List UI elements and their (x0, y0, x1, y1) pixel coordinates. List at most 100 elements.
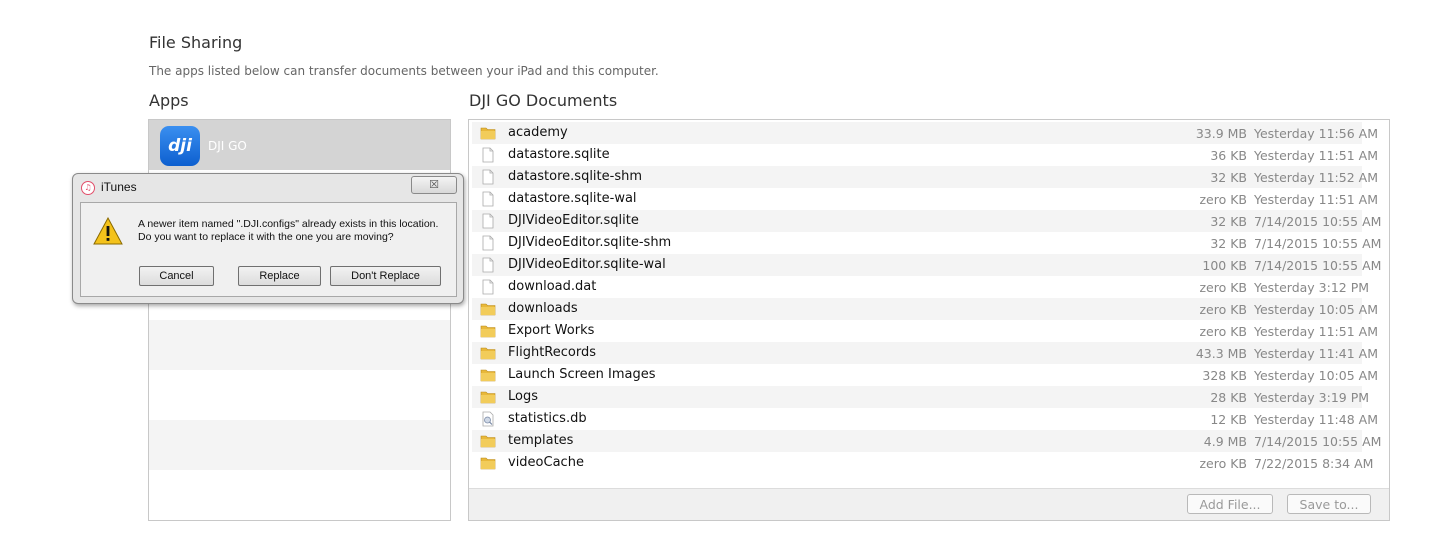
file-date: Yesterday 10:05 AM (1254, 368, 1378, 383)
save-to-button[interactable]: Save to... (1287, 494, 1371, 514)
file-name: templates (508, 433, 574, 448)
folder-icon (480, 323, 496, 339)
file-row[interactable]: downloads zero KB Yesterday 10:05 AM (472, 298, 1378, 320)
add-file-button[interactable]: Add File... (1187, 494, 1273, 514)
file-row[interactable]: DJIVideoEditor.sqlite-wal 100 KB 7/14/2015… (472, 254, 1381, 276)
file-size: 328 KB (1202, 368, 1247, 383)
file-row[interactable]: FlightRecords 43.3 MB Yesterday 11:41 AM (472, 342, 1378, 364)
file-date: Yesterday 11:48 AM (1254, 412, 1378, 427)
file-date: Yesterday 11:52 AM (1254, 170, 1378, 185)
documents-heading: DJI GO Documents (469, 91, 618, 110)
file-row[interactable]: download.dat zero KB Yesterday 3:12 PM (472, 276, 1369, 298)
folder-icon (480, 389, 496, 405)
file-name: Export Works (508, 323, 595, 338)
file-size: zero KB (1199, 324, 1247, 339)
itunes-icon: ♫ (81, 181, 95, 195)
app-item-dji-go[interactable]: dji DJI GO (149, 120, 450, 170)
file-icon (480, 213, 496, 229)
page-subtitle: The apps listed below can transfer docum… (149, 64, 659, 78)
file-icon (480, 235, 496, 251)
documents-toolbar: Add File... Save to... (469, 488, 1389, 520)
file-name: academy (508, 125, 568, 140)
file-date: 7/14/2015 10:55 AM (1254, 434, 1382, 449)
file-size: 100 KB (1202, 258, 1247, 273)
apps-heading: Apps (149, 91, 189, 110)
dialog-body: A newer item named ".DJI.configs" alread… (80, 202, 457, 297)
file-size: 4.9 MB (1203, 434, 1247, 449)
app-list-empty-row (149, 420, 450, 470)
file-row[interactable]: datastore.sqlite-wal zero KB Yesterday 11:… (472, 188, 1378, 210)
warning-icon (93, 217, 123, 245)
app-item-label: DJI GO (208, 139, 247, 153)
file-size: 32 KB (1210, 236, 1247, 251)
file-name: DJIVideoEditor.sqlite (508, 213, 639, 228)
file-date: 7/22/2015 8:34 AM (1254, 456, 1374, 471)
file-date: Yesterday 11:51 AM (1254, 192, 1378, 207)
file-date: 7/14/2015 10:55 AM (1254, 214, 1382, 229)
file-size: 32 KB (1210, 170, 1247, 185)
file-name: datastore.sqlite-wal (508, 191, 637, 206)
file-row[interactable]: videoCache zero KB 7/22/2015 8:34 AM (472, 452, 1373, 474)
dialog-title: iTunes (101, 180, 137, 194)
replace-button[interactable]: Replace (238, 266, 321, 286)
file-row[interactable]: datastore.sqlite-shm 32 KB Yesterday 11:52… (472, 166, 1378, 188)
file-name: Launch Screen Images (508, 367, 656, 382)
file-row[interactable]: academy 33.9 MB Yesterday 11:56 AM (472, 122, 1378, 144)
close-button[interactable]: ☒ (411, 176, 457, 194)
file-size: zero KB (1199, 280, 1247, 295)
file-name: statistics.db (508, 411, 587, 426)
folder-icon (480, 433, 496, 449)
file-row[interactable]: Launch Screen Images 328 KB Yesterday 10:0… (472, 364, 1378, 386)
dialog-message: A newer item named ".DJI.configs" alread… (138, 218, 438, 244)
file-row[interactable]: templates 4.9 MB 7/14/2015 10:55 AM (472, 430, 1381, 452)
file-name: DJIVideoEditor.sqlite-wal (508, 257, 666, 272)
file-row[interactable]: Export Works zero KB Yesterday 11:51 AM (472, 320, 1378, 342)
file-name: downloads (508, 301, 578, 316)
dont-replace-button[interactable]: Don't Replace (330, 266, 441, 286)
file-icon (480, 147, 496, 163)
database-file-icon (480, 411, 496, 427)
file-size: 28 KB (1210, 390, 1247, 405)
file-row[interactable]: datastore.sqlite 36 KB Yesterday 11:51 AM (472, 144, 1378, 166)
folder-icon (480, 367, 496, 383)
folder-icon (480, 345, 496, 361)
file-size: 32 KB (1210, 214, 1247, 229)
file-date: Yesterday 3:12 PM (1254, 280, 1370, 295)
file-size: 12 KB (1210, 412, 1247, 427)
page-title: File Sharing (149, 33, 243, 52)
file-name: videoCache (508, 455, 584, 470)
file-date: Yesterday 11:51 AM (1254, 148, 1378, 163)
file-date: 7/14/2015 10:55 AM (1254, 236, 1382, 251)
file-icon (480, 257, 496, 273)
documents-list: academy 33.9 MB Yesterday 11:56 AM datastor… (468, 119, 1390, 521)
dialog-message-line: A newer item named ".DJI.configs" alread… (138, 218, 439, 230)
app-list-empty-row (149, 370, 450, 420)
file-size: zero KB (1199, 302, 1247, 317)
file-icon (480, 191, 496, 207)
app-list-empty-row (149, 320, 450, 370)
file-row[interactable]: DJIVideoEditor.sqlite 32 KB 7/14/2015 10:5… (472, 210, 1381, 232)
folder-icon (480, 301, 496, 317)
file-size: 36 KB (1210, 148, 1247, 163)
file-size: 43.3 MB (1195, 346, 1247, 361)
file-name: datastore.sqlite (508, 147, 610, 162)
file-row[interactable]: DJIVideoEditor.sqlite-shm 32 KB 7/14/2015 … (472, 232, 1381, 254)
file-row[interactable]: Logs 28 KB Yesterday 3:19 PM (472, 386, 1369, 408)
file-name: DJIVideoEditor.sqlite-shm (508, 235, 672, 250)
folder-icon (480, 455, 496, 471)
file-date: Yesterday 3:19 PM (1254, 390, 1370, 405)
file-date: Yesterday 10:05 AM (1254, 302, 1378, 317)
file-size: 33.9 MB (1195, 126, 1247, 141)
file-row[interactable]: statistics.db 12 KB Yesterday 11:48 AM (472, 408, 1378, 430)
cancel-button[interactable]: Cancel (139, 266, 214, 286)
file-name: Logs (508, 389, 538, 404)
file-name: FlightRecords (508, 345, 596, 360)
itunes-replace-dialog: ♫ iTunes ☒ A newer item named ".DJI.conf… (72, 173, 464, 304)
file-name: download.dat (508, 279, 597, 294)
file-date: Yesterday 11:41 AM (1254, 346, 1378, 361)
file-size: zero KB (1199, 456, 1247, 471)
dialog-titlebar[interactable]: ♫ iTunes ☒ (73, 174, 463, 202)
file-icon (480, 279, 496, 295)
file-icon (480, 169, 496, 185)
file-date: Yesterday 11:51 AM (1254, 324, 1378, 339)
